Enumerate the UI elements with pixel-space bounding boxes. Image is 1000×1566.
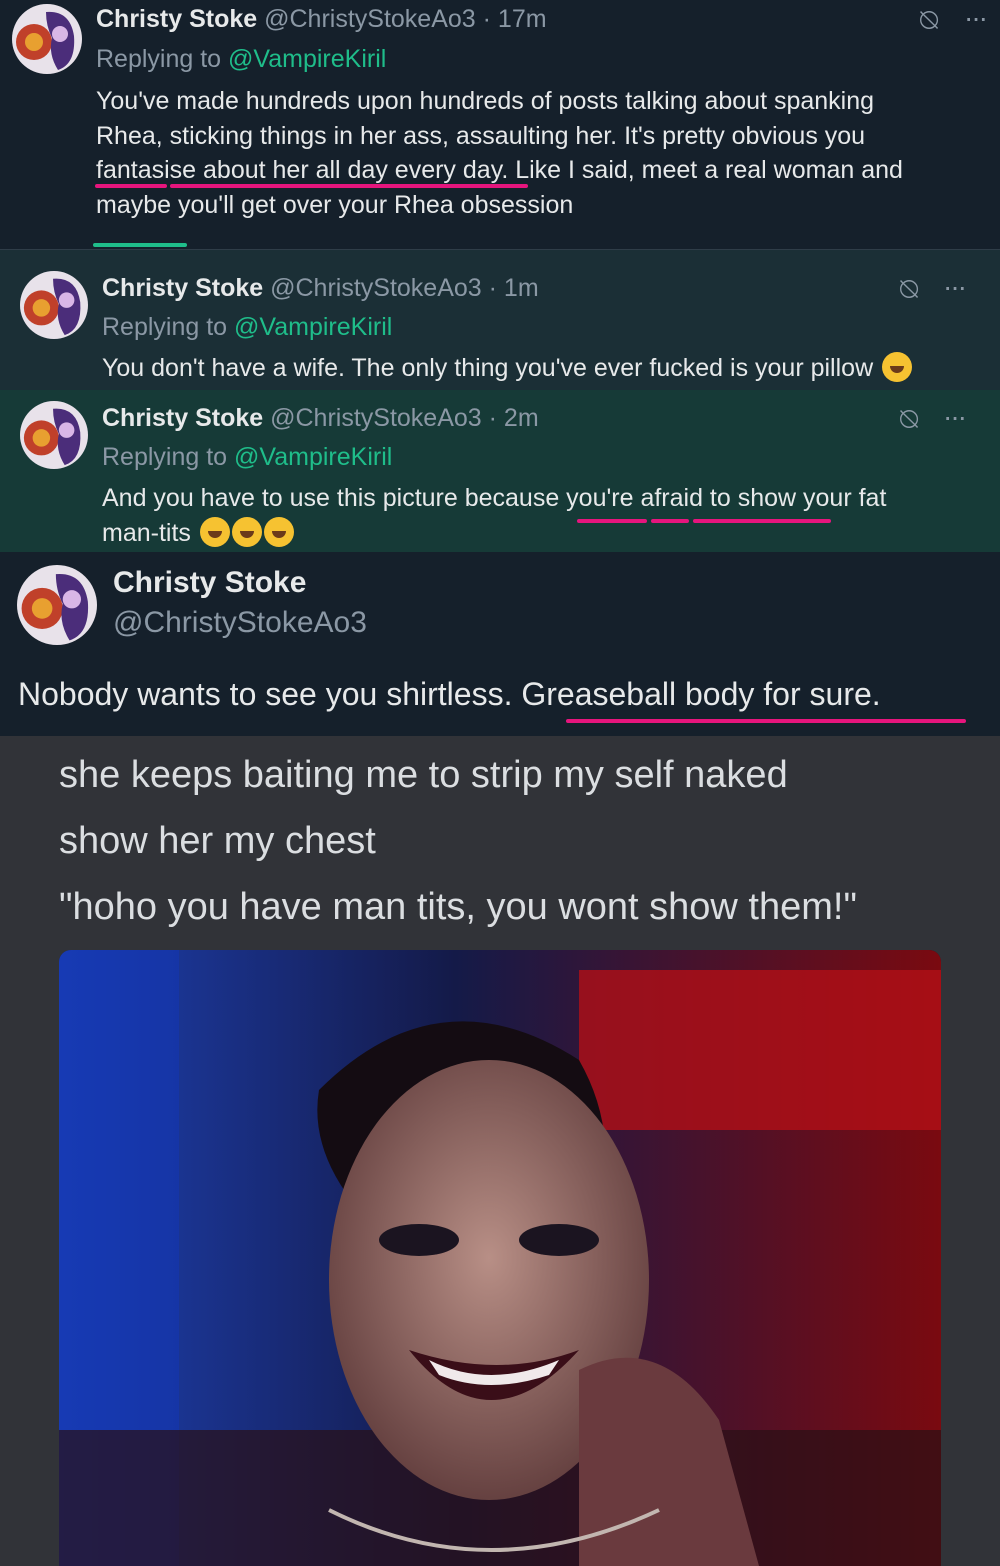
highlight-underline (693, 519, 831, 523)
mention-link[interactable]: @VampireKiril (234, 443, 392, 471)
message-line: "hoho you have man tits, you wont show t… (59, 886, 857, 928)
handle[interactable]: @ChristyStokeAo3 (113, 606, 367, 640)
mention-link[interactable]: @VampireKiril (228, 45, 386, 73)
highlight-underline (566, 719, 966, 723)
message-line: she keeps baiting me to strip my self na… (59, 754, 788, 796)
highlight-underline (95, 184, 167, 188)
more-icon[interactable]: ··· (943, 403, 967, 431)
tweet-text: You don't have a wife. The only thing yo… (102, 351, 913, 386)
replying-to: Replying to @VampireKiril (102, 443, 393, 471)
rolling-laughing-emoji-icon (231, 516, 262, 547)
tweet-header: Christy Stoke @ChristyStokeAo3 · 2m (102, 404, 539, 433)
replying-to: Replying to @VampireKiril (102, 313, 393, 341)
mention-link[interactable]: @VampireKiril (234, 313, 392, 341)
highlight-underline (577, 519, 647, 523)
highlight-underline (170, 184, 528, 188)
display-name[interactable]: Christy Stoke (113, 566, 306, 600)
grok-icon[interactable]: ⍉ (900, 275, 918, 305)
message-line: show her my chest (59, 820, 376, 862)
tweet-text: And you have to use this picture because… (102, 484, 887, 547)
handle-time: @ChristyStokeAo3 · 2m (270, 404, 539, 432)
grok-icon[interactable]: ⍉ (920, 6, 938, 36)
more-icon[interactable]: ··· (964, 4, 988, 32)
rolling-laughing-emoji-icon (882, 352, 913, 382)
handle-time: @ChristyStokeAo3 · 17m (264, 5, 547, 33)
tweet-header: Christy Stoke @ChristyStokeAo3 · 17m (96, 5, 547, 34)
avatar[interactable] (20, 271, 88, 339)
rolling-laughing-emoji-icon (199, 516, 230, 547)
tweet-header: Christy Stoke @ChristyStokeAo3 · 1m (102, 274, 539, 303)
avatar[interactable] (20, 401, 88, 469)
display-name[interactable]: Christy Stoke (102, 404, 263, 432)
handle-time: @ChristyStokeAo3 · 1m (270, 274, 539, 302)
grok-icon[interactable]: ⍉ (900, 405, 918, 435)
highlight-underline (651, 519, 689, 523)
embedded-photo[interactable] (59, 950, 941, 1566)
display-name[interactable]: Christy Stoke (96, 5, 257, 33)
rolling-laughing-emoji-icon (263, 516, 294, 547)
replying-to: Replying to @VampireKiril (96, 45, 387, 73)
tweet-text: Nobody wants to see you shirtless. Greas… (18, 676, 881, 712)
avatar[interactable] (17, 565, 97, 645)
active-indicator (93, 243, 187, 247)
more-icon[interactable]: ··· (943, 273, 967, 301)
avatar[interactable] (12, 4, 82, 74)
tweet-text: You've made hundreds upon hundreds of po… (96, 87, 903, 219)
display-name[interactable]: Christy Stoke (102, 274, 263, 302)
